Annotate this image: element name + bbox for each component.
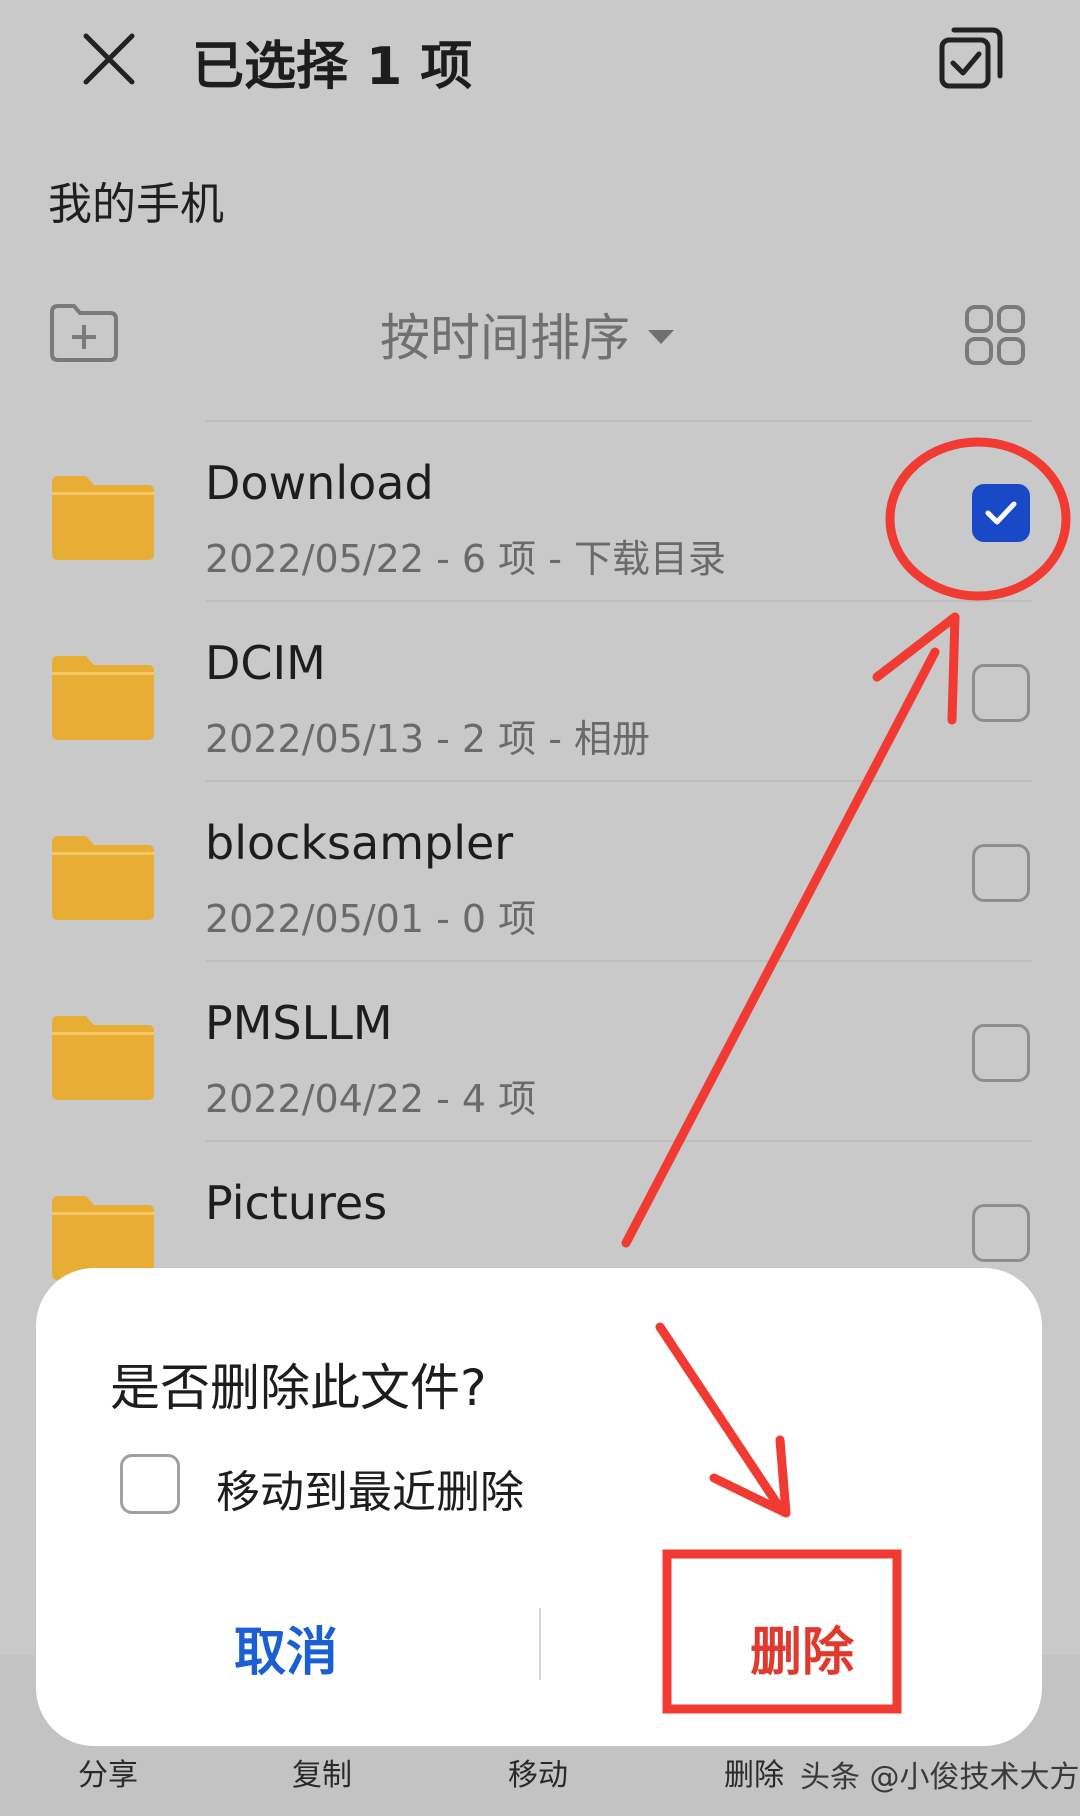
file-name: DCIM xyxy=(205,636,326,690)
folder-icon xyxy=(48,472,156,562)
row-checkbox[interactable] xyxy=(972,664,1030,722)
checkbox-label: 移动到最近删除 xyxy=(216,1467,524,1518)
divider xyxy=(205,960,1032,962)
new-folder-icon[interactable] xyxy=(48,302,120,364)
row-checkbox[interactable] xyxy=(972,844,1030,902)
list-item[interactable]: PMSLLM 2022/04/22 - 4 项 xyxy=(0,960,1080,1140)
watermark: 头条 @小俊技术大方 xyxy=(800,1760,1080,1795)
sort-label: 按时间排序 xyxy=(380,309,630,367)
copy-button[interactable]: 复制 xyxy=(292,1750,352,1794)
row-checkbox[interactable] xyxy=(972,484,1030,542)
folder-icon xyxy=(48,1012,156,1102)
divider xyxy=(205,1140,1032,1142)
close-icon[interactable] xyxy=(78,28,140,90)
file-name: PMSLLM xyxy=(205,996,393,1050)
list-toolbar: 按时间排序 xyxy=(0,290,1080,380)
divider xyxy=(205,780,1032,782)
list-item[interactable]: Download 2022/05/22 - 6 项 - 下载目录 xyxy=(0,420,1080,600)
grid-view-icon[interactable] xyxy=(964,304,1026,366)
sort-dropdown[interactable]: 按时间排序 xyxy=(380,298,674,370)
list-item[interactable]: blocksampler 2022/05/01 - 0 项 xyxy=(0,780,1080,960)
delete-dialog: 是否删除此文件? 移动到最近删除 取消 删除 xyxy=(36,1268,1042,1746)
share-button[interactable]: 分享 xyxy=(78,1750,138,1794)
divider xyxy=(205,600,1032,602)
file-meta: 2022/04/22 - 4 项 xyxy=(205,1077,537,1121)
top-bar: 已选择 1 项 xyxy=(0,0,1080,130)
file-meta: 2022/05/01 - 0 项 xyxy=(205,897,537,941)
check-icon xyxy=(985,501,1017,525)
row-checkbox[interactable] xyxy=(972,1024,1030,1082)
file-name: blocksampler xyxy=(205,816,514,870)
file-meta: 2022/05/22 - 6 项 - 下载目录 xyxy=(205,537,727,581)
breadcrumb: 我的手机 xyxy=(48,179,224,230)
file-meta: 2022/05/13 - 2 项 - 相册 xyxy=(205,717,651,761)
divider xyxy=(205,420,1032,422)
select-all-icon[interactable] xyxy=(938,26,1004,92)
move-button[interactable]: 移动 xyxy=(508,1750,568,1794)
folder-icon xyxy=(48,832,156,922)
delete-action-button[interactable]: 删除 xyxy=(724,1750,784,1794)
folder-icon xyxy=(48,652,156,742)
confirm-delete-button[interactable]: 删除 xyxy=(652,1610,952,1683)
file-name: Pictures xyxy=(205,1176,388,1230)
page-title: 已选择 1 项 xyxy=(192,37,473,97)
move-to-recent-checkbox[interactable] xyxy=(120,1454,180,1514)
dialog-title: 是否删除此文件? xyxy=(110,1359,487,1417)
list-item[interactable]: DCIM 2022/05/13 - 2 项 - 相册 xyxy=(0,600,1080,780)
file-name: Download xyxy=(205,456,434,510)
cancel-button[interactable]: 取消 xyxy=(136,1610,436,1683)
caret-down-icon xyxy=(648,330,674,344)
row-checkbox[interactable] xyxy=(972,1204,1030,1262)
divider xyxy=(539,1608,541,1680)
